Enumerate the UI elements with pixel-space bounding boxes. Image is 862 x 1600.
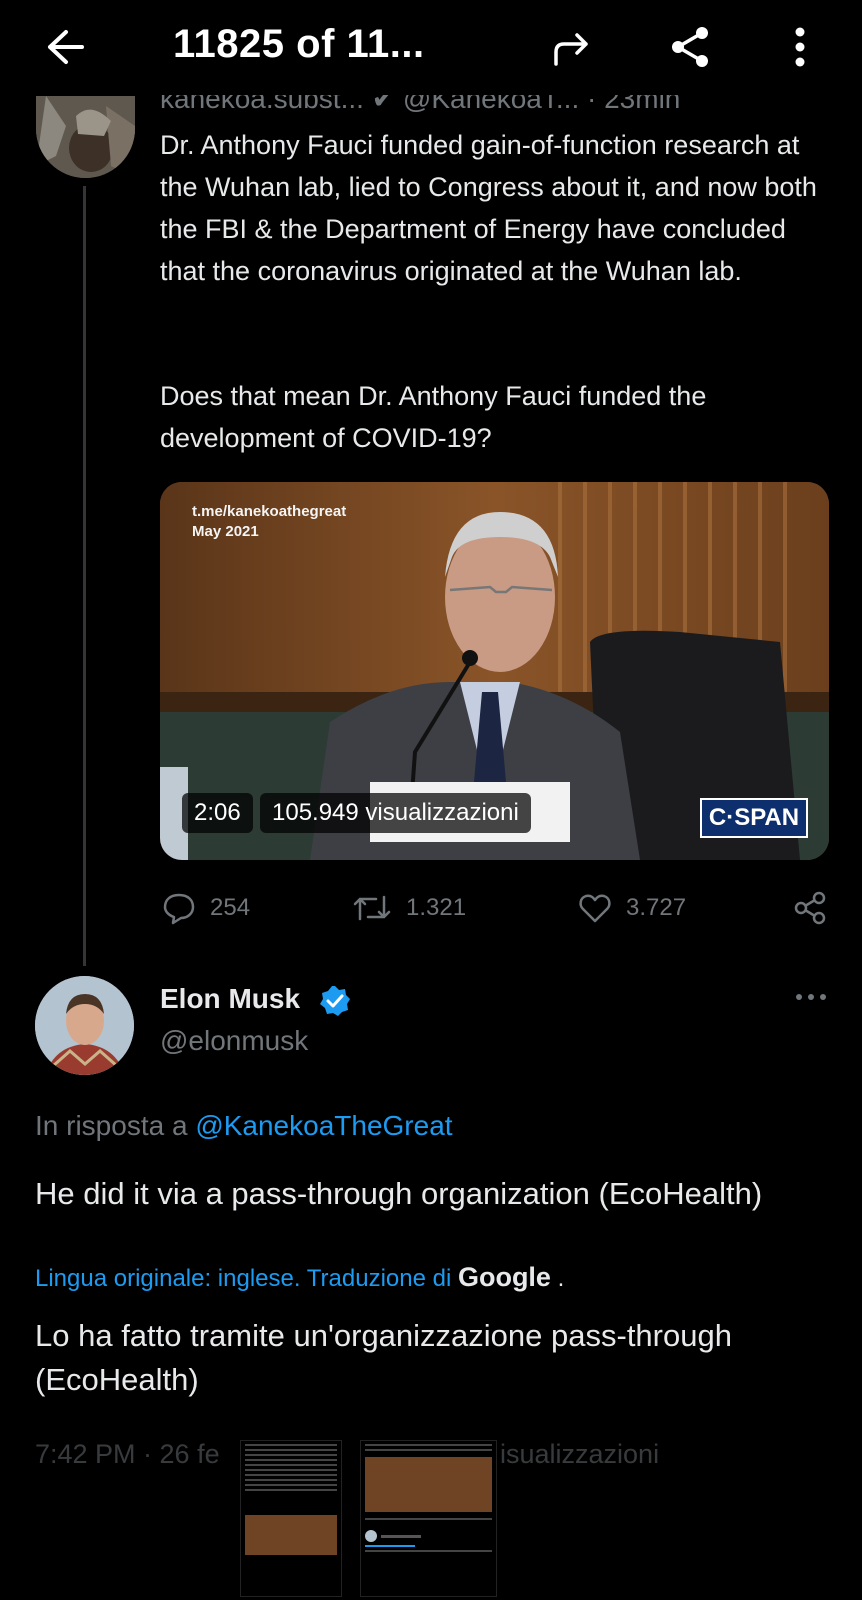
retweet-icon (353, 895, 391, 921)
thumbnail-text-line (245, 1469, 337, 1471)
translation-label: Lingua originale: inglese. Traduzione di (35, 1265, 458, 1292)
thumbnail-video (245, 1515, 337, 1555)
thumbnail-text-line (365, 1545, 415, 1547)
thumbnail-author (365, 1530, 492, 1542)
thread-connector-line (83, 186, 86, 966)
reply-icon (163, 893, 195, 925)
thumbnail-text-line (245, 1454, 337, 1456)
thumbnail-text-line (365, 1449, 492, 1451)
screenshot-thumbnail[interactable] (240, 1440, 342, 1597)
translation-suffix: . (550, 1265, 565, 1292)
reply-context: In risposta a @KanekoaTheGreat (35, 1110, 453, 1142)
like-button[interactable]: 3.727 (578, 888, 686, 928)
reply-mention-link[interactable]: @KanekoaTheGreat (195, 1110, 452, 1141)
image-counter: 11825 of 11... (173, 22, 425, 66)
thumbnail-text-line (381, 1534, 421, 1538)
main-tweet-text: He did it via a pass-through organizatio… (35, 1176, 763, 1211)
video-duration-badge: 2:06 (182, 793, 253, 833)
share-icon[interactable] (668, 24, 714, 70)
thumbnail-text-line (245, 1489, 337, 1491)
more-horizontal-icon[interactable] (794, 990, 828, 1004)
reply-count: 254 (210, 894, 251, 921)
thumbnail-text-line (245, 1474, 337, 1476)
watermark-date: May 2021 (192, 523, 259, 540)
previous-tweet-text: Dr. Anthony Fauci funded gain-of-functio… (160, 130, 817, 286)
cspan-logo: C·SPAN (700, 798, 808, 838)
retweet-button[interactable]: 1.321 (352, 888, 466, 928)
reply-button[interactable]: 254 (162, 888, 250, 928)
thumbnail-text-line (365, 1518, 492, 1520)
thumbnail-avatar (365, 1530, 377, 1542)
translation-note[interactable]: Lingua originale: inglese. Traduzione di… (35, 1262, 564, 1293)
avatar[interactable] (35, 976, 134, 1075)
screenshot-thumbnail[interactable] (360, 1440, 497, 1597)
top-app-bar: 11825 of 11... (0, 0, 862, 95)
tweet-timestamp[interactable]: 7:42 PM · 26 fe (35, 1439, 220, 1470)
back-arrow-icon[interactable] (44, 26, 86, 68)
thumbnail-text-line (365, 1550, 492, 1552)
tweet-views: isualizzazioni (500, 1439, 660, 1469)
thumbnail-text-line (245, 1459, 337, 1461)
video-player[interactable]: t.me/kanekoathegreat May 2021 2:06 105.9… (160, 482, 829, 860)
video-watermark: t.me/kanekoathegreat May 2021 (192, 502, 346, 542)
thumbnail-text-line (245, 1484, 337, 1486)
forward-arrow-icon[interactable] (550, 26, 594, 70)
watermark-url: t.me/kanekoathegreat (192, 503, 347, 520)
thumbnail-text-line (245, 1444, 337, 1446)
retweet-count: 1.321 (406, 894, 467, 921)
author-name[interactable]: Elon Musk (160, 983, 300, 1015)
author-handle[interactable]: @elonmusk (160, 1025, 308, 1057)
share-icon (794, 891, 826, 925)
reply-prefix: In risposta a (35, 1110, 196, 1141)
elon-avatar-image (35, 976, 134, 1075)
translated-tweet-text: Lo ha fatto tramite un'organizzazione pa… (35, 1318, 732, 1397)
heart-icon (579, 894, 611, 923)
thumbnail-text-line (245, 1449, 337, 1451)
thumbnail-text-line (245, 1464, 337, 1466)
verified-badge-icon (320, 986, 350, 1016)
share-tweet-button[interactable] (793, 888, 827, 928)
video-views-badge: 105.949 visualizzazioni (260, 793, 531, 833)
avatar[interactable] (36, 96, 135, 178)
more-vertical-icon[interactable] (788, 24, 812, 70)
previous-tweet-question: Does that mean Dr. Anthony Fauci funded … (160, 381, 707, 453)
avatar-soldier-image (36, 96, 135, 178)
thumbnail-text-line (365, 1444, 492, 1446)
thumbnail-text-line (245, 1479, 337, 1481)
google-logo: Google (457, 1262, 551, 1292)
thumbnail-video (365, 1457, 492, 1512)
like-count: 3.727 (626, 894, 687, 921)
